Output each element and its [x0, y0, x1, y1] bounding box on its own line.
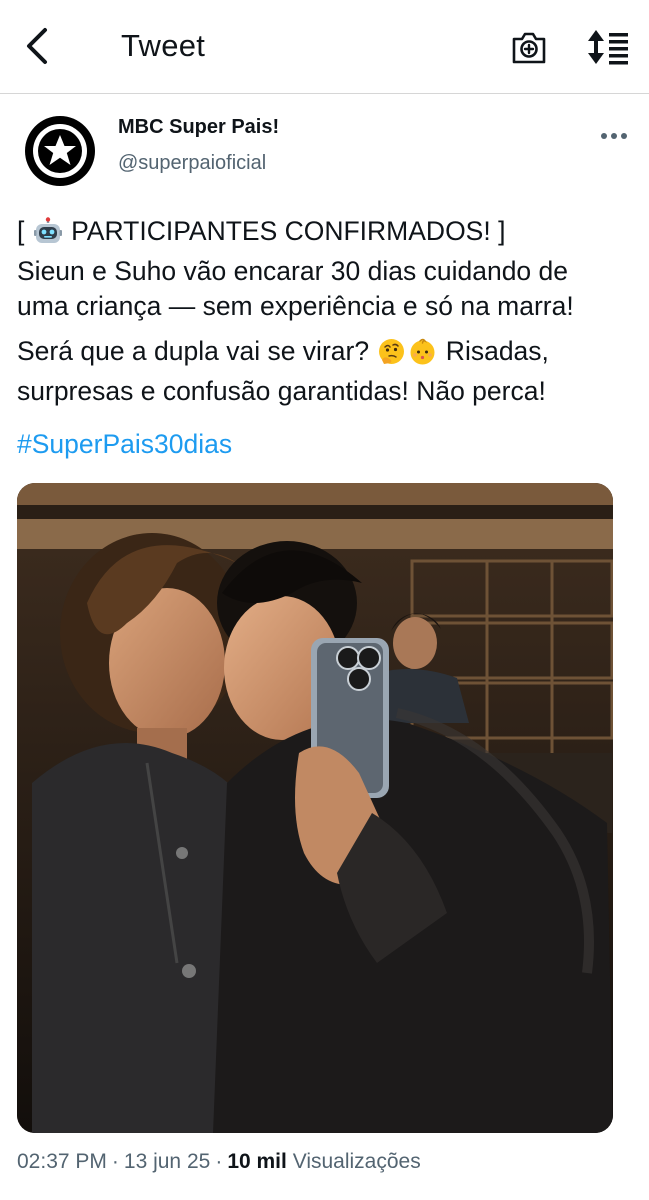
more-horizontal-icon [601, 133, 627, 139]
tweet-time: 02:37 PM [17, 1150, 107, 1173]
robot-emoji [33, 217, 62, 254]
tweet-meta: 02:37 PM · 13 jun 25 · 10 mil Visualizações [17, 1150, 421, 1174]
views-label: Visualizações [292, 1150, 421, 1173]
avatar[interactable] [24, 115, 96, 187]
views-count: 10 mil [227, 1150, 287, 1173]
tweet-text: [ PARTICIPANTES CONFIRMADOS! ] Sieun e S… [17, 214, 643, 409]
tweet-line-1: [ PARTICIPANTES CONFIRMADOS! ] [17, 214, 643, 254]
author-name[interactable]: MBC Super Pais! [118, 116, 279, 139]
tweet-line-4-prefix: Será que a dupla vai se virar? [17, 336, 377, 366]
tweet-line-2: Sieun e Suho vão encarar 30 dias cuidand… [17, 256, 569, 286]
sort-button[interactable] [585, 27, 631, 67]
baby-emoji [409, 338, 436, 374]
chevron-left-icon [27, 28, 47, 64]
tweet-line-1-prefix: [ [17, 216, 32, 246]
tweet-line-4-suffix: Risadas, [438, 336, 549, 366]
sort-list-icon [588, 30, 628, 65]
camera-plus-icon [512, 32, 546, 64]
tweet-date: 13 jun 25 [123, 1150, 211, 1173]
tweet-line-4: Será que a dupla vai se virar? Risadas, [17, 334, 643, 374]
back-button[interactable] [20, 26, 56, 66]
hashtag-link[interactable]: #SuperPais30dias [17, 429, 232, 460]
camera-button[interactable] [510, 28, 548, 66]
tweet-line-5: surpresas e confusão garantidas! Não per… [17, 376, 546, 406]
meta-separator: · [215, 1150, 223, 1173]
super-pais-logo [25, 116, 95, 186]
author-handle[interactable]: @superpaioficial [118, 152, 266, 175]
tweet-line-1-suffix: PARTICIPANTES CONFIRMADOS! ] [63, 216, 506, 246]
meta-separator: · [111, 1150, 119, 1173]
mirror-selfie-image [17, 483, 613, 1133]
page-title: Tweet [121, 28, 206, 63]
more-options-button[interactable] [598, 124, 630, 148]
tweet-line-3: uma criança — sem experiência e só na ma… [17, 291, 574, 321]
thinking-face-emoji [378, 338, 405, 374]
tweet-photo[interactable] [17, 483, 613, 1133]
top-bar: Tweet [0, 0, 649, 94]
